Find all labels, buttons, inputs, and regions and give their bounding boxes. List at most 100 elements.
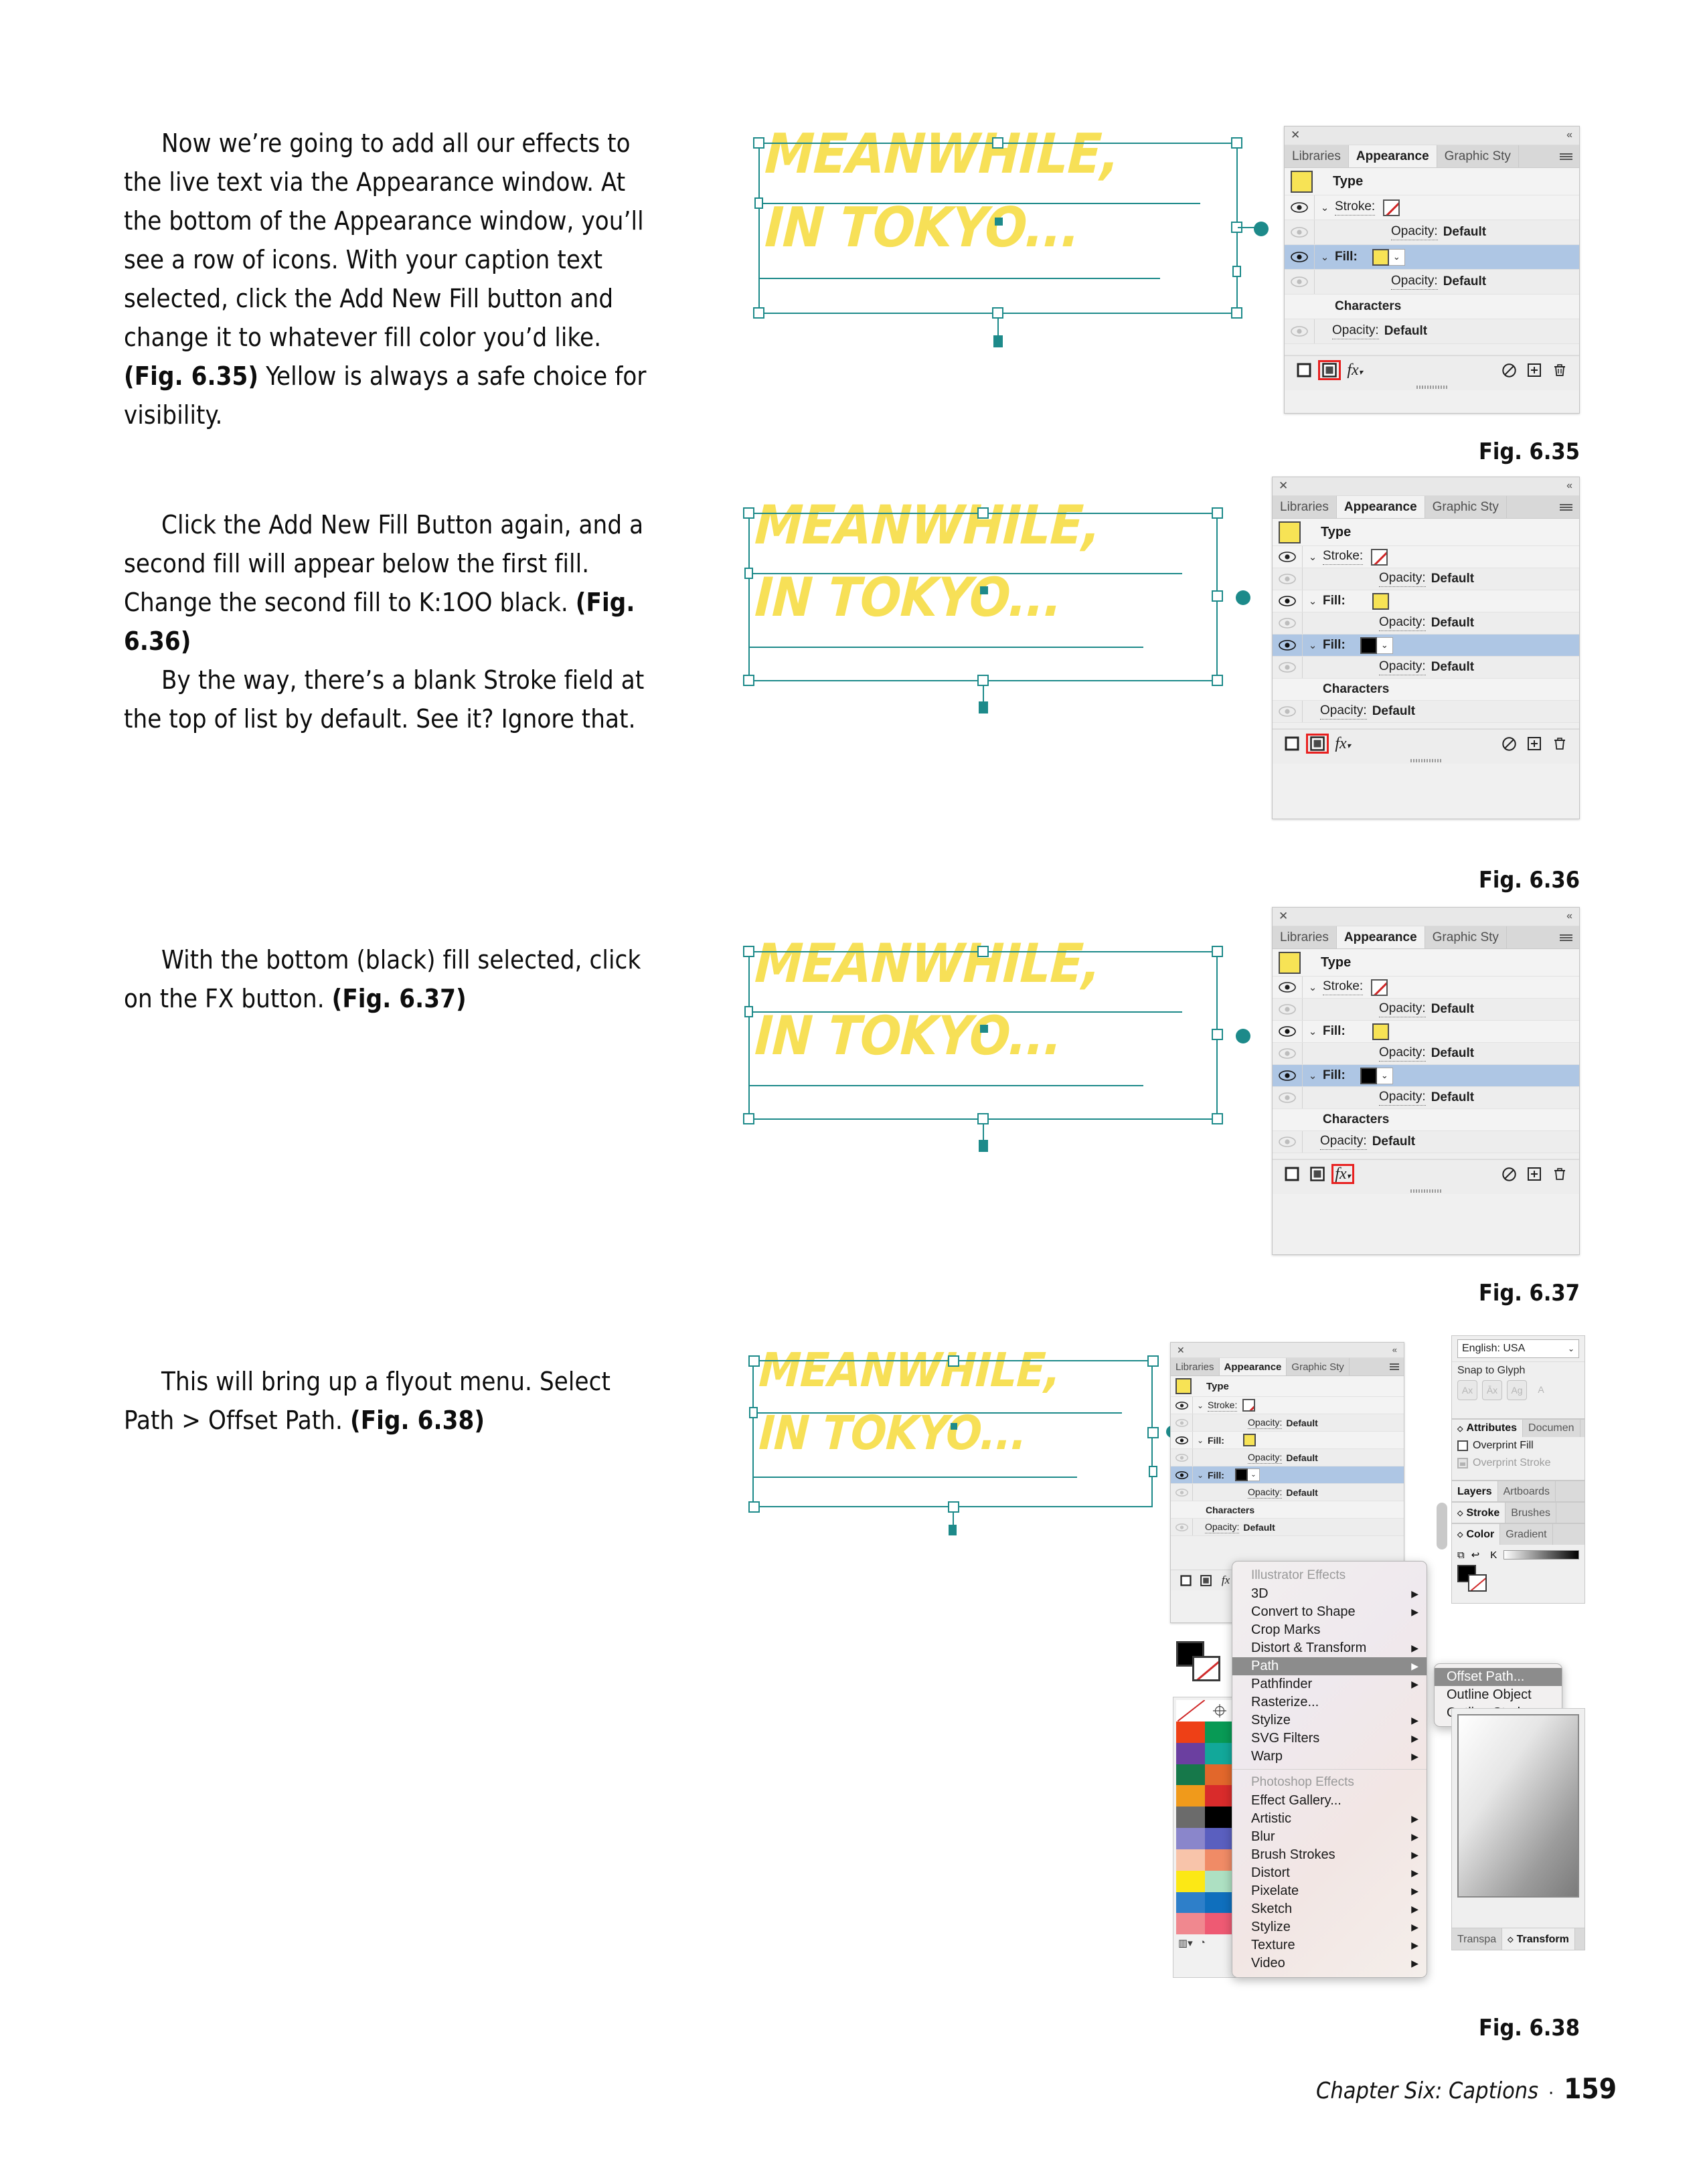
- delete-item-button[interactable]: [1548, 734, 1571, 754]
- menu-item-convert-to-shape[interactable]: Convert to Shape ▶: [1232, 1603, 1427, 1621]
- hamburger-icon[interactable]: [1385, 1358, 1404, 1375]
- rotate-widget[interactable]: [1236, 1029, 1250, 1043]
- visibility-eye-icon[interactable]: [1285, 202, 1314, 213]
- fill-swatch-yellow[interactable]: [1372, 592, 1389, 610]
- revert-default-icon[interactable]: ↩: [1471, 1549, 1480, 1561]
- clear-appearance-button[interactable]: [1497, 734, 1520, 754]
- appearance-type-row[interactable]: Type: [1273, 519, 1579, 546]
- stroke-swatch-none[interactable]: [1371, 548, 1388, 566]
- opacity-label[interactable]: Opacity:: [1248, 1487, 1283, 1499]
- selection-handle-tr[interactable]: [1147, 1355, 1159, 1367]
- appearance-panel-635[interactable]: ✕ « Libraries Appearance Graphic Sty Typ…: [1284, 126, 1580, 414]
- appearance-row-opacity[interactable]: Opacity: Default: [1285, 220, 1579, 245]
- swatch-color[interactable]: [1205, 1721, 1234, 1743]
- swatch-color[interactable]: [1176, 1785, 1205, 1807]
- fill-swatch-black[interactable]: [1360, 637, 1377, 654]
- selection-handle-br[interactable]: [1212, 675, 1223, 686]
- opacity-label[interactable]: Opacity:: [1379, 571, 1426, 587]
- swatch-color[interactable]: [1205, 1849, 1234, 1871]
- fill-label[interactable]: Fill:: [1323, 1024, 1346, 1039]
- opacity-label[interactable]: Opacity:: [1379, 1090, 1426, 1106]
- menu-item-blur[interactable]: Blur ▶: [1232, 1828, 1427, 1846]
- add-new-stroke-button[interactable]: [1281, 1164, 1303, 1184]
- fill-swatch-dropdown-icon[interactable]: ⌄: [1376, 1067, 1393, 1084]
- swatch-none[interactable]: [1176, 1700, 1205, 1721]
- selection-handle-tl[interactable]: [743, 507, 754, 519]
- appearance-row-opacity[interactable]: Opacity: Default: [1273, 657, 1579, 679]
- visibility-eye-icon[interactable]: [1171, 1418, 1192, 1427]
- chevron-down-icon[interactable]: ⌄: [1193, 1401, 1208, 1410]
- selection-handle-br[interactable]: [1212, 1113, 1223, 1124]
- snap-glyph-ag-button[interactable]: Ag: [1507, 1380, 1527, 1400]
- selection-handle-tr[interactable]: [1212, 507, 1223, 519]
- appearance-row-stroke[interactable]: ⌄ Stroke:: [1273, 546, 1579, 568]
- visibility-eye-icon[interactable]: [1285, 252, 1314, 262]
- appearance-row-fill-black[interactable]: ⌄ Fill: ⌄: [1273, 635, 1579, 657]
- tab-transparency[interactable]: Transpa: [1452, 1928, 1503, 1950]
- chevron-down-icon[interactable]: ⌄: [1303, 595, 1323, 607]
- appearance-type-row[interactable]: Type: [1171, 1376, 1404, 1397]
- fill-swatch-black[interactable]: [1360, 1067, 1377, 1084]
- appearance-row-opacity[interactable]: Opacity: Default: [1171, 1519, 1404, 1536]
- fill-swatch-black[interactable]: [1234, 1468, 1248, 1481]
- add-new-stroke-button[interactable]: [1177, 1573, 1194, 1588]
- collapse-chevrons-icon[interactable]: «: [1566, 130, 1572, 141]
- selection-handle-bc[interactable]: [977, 1113, 989, 1124]
- fill-label[interactable]: Fill:: [1335, 250, 1358, 264]
- panel-resize-grip[interactable]: [1273, 1188, 1579, 1194]
- opacity-label[interactable]: Opacity:: [1205, 1521, 1240, 1533]
- text-outport[interactable]: [979, 701, 988, 713]
- appearance-row-opacity[interactable]: Opacity: Default: [1273, 999, 1579, 1021]
- duplicate-item-button[interactable]: [1523, 1164, 1546, 1184]
- tab-graphic-styles[interactable]: Graphic Sty: [1437, 145, 1519, 167]
- fill-swatch-yellow[interactable]: [1242, 1434, 1256, 1446]
- swatch-color[interactable]: [1205, 1807, 1234, 1829]
- visibility-eye-icon[interactable]: [1273, 1092, 1302, 1103]
- fill-label[interactable]: Fill:: [1208, 1470, 1224, 1481]
- appearance-row-opacity[interactable]: Opacity: Default: [1171, 1414, 1404, 1432]
- swatch-color[interactable]: [1205, 1892, 1234, 1914]
- visibility-eye-icon[interactable]: [1273, 1004, 1302, 1015]
- visibility-eye-icon[interactable]: [1171, 1453, 1192, 1462]
- stroke-swatch-none[interactable]: [1371, 979, 1388, 996]
- tab-appearance[interactable]: Appearance: [1336, 496, 1425, 518]
- visibility-eye-icon[interactable]: [1171, 1523, 1192, 1531]
- color-fill-stroke-indicator[interactable]: [1457, 1565, 1495, 1596]
- appearance-row-opacity[interactable]: Opacity: Default: [1171, 1449, 1404, 1466]
- selection-handle-ml[interactable]: [744, 1006, 753, 1017]
- gradient-preview-panel[interactable]: [1451, 1708, 1585, 1929]
- swap-fill-stroke-icon[interactable]: ⧉: [1457, 1549, 1465, 1561]
- fill-swatch-dropdown-icon[interactable]: ⌄: [1247, 1468, 1260, 1481]
- fill-label[interactable]: Fill:: [1208, 1435, 1224, 1446]
- menu-item-stylize-ai[interactable]: Stylize ▶: [1232, 1711, 1427, 1730]
- rotate-widget[interactable]: [1254, 222, 1269, 236]
- menu-item-pathfinder[interactable]: Pathfinder ▶: [1232, 1675, 1427, 1693]
- opacity-label[interactable]: Opacity:: [1391, 224, 1438, 240]
- k-channel-slider[interactable]: [1503, 1550, 1579, 1560]
- appearance-row-opacity[interactable]: Opacity: Default: [1273, 701, 1579, 723]
- selection-handle-ml[interactable]: [754, 197, 763, 209]
- selection-handle-bl[interactable]: [748, 1501, 760, 1513]
- tab-libraries[interactable]: Libraries: [1171, 1358, 1220, 1375]
- tab-brushes[interactable]: Brushes: [1506, 1503, 1556, 1523]
- menu-item-distort-transform[interactable]: Distort & Transform ▶: [1232, 1639, 1427, 1657]
- selection-handle-tl[interactable]: [743, 946, 754, 957]
- menu-item-sketch[interactable]: Sketch ▶: [1232, 1900, 1427, 1918]
- fill-label[interactable]: Fill:: [1323, 1068, 1346, 1083]
- appearance-row-opacity[interactable]: Opacity: Default: [1273, 568, 1579, 590]
- selection-handle-mr[interactable]: [1212, 590, 1223, 602]
- menu-item-offset-path[interactable]: Offset Path...: [1435, 1668, 1562, 1686]
- tab-libraries[interactable]: Libraries: [1273, 926, 1337, 948]
- chevron-down-icon[interactable]: ⌄: [1193, 1471, 1208, 1480]
- color-panel[interactable]: ◇ Color Gradient ⧉ ↩ K: [1451, 1523, 1585, 1604]
- menu-item-svg-filters[interactable]: SVG Filters ▶: [1232, 1730, 1427, 1748]
- chevron-down-icon[interactable]: ⌄: [1568, 1344, 1574, 1353]
- appearance-row-fill-black[interactable]: ⌄ Fill: ⌄: [1273, 1065, 1579, 1087]
- hamburger-icon[interactable]: [1553, 926, 1579, 948]
- fill-swatch-yellow[interactable]: [1372, 248, 1389, 266]
- opacity-label[interactable]: Opacity:: [1379, 1045, 1426, 1062]
- selection-handle-tc[interactable]: [977, 946, 989, 957]
- add-new-stroke-button[interactable]: [1293, 360, 1315, 380]
- swatch-color[interactable]: [1205, 1742, 1234, 1764]
- swatches-panel[interactable]: ▥▾ ◔: [1173, 1697, 1237, 1978]
